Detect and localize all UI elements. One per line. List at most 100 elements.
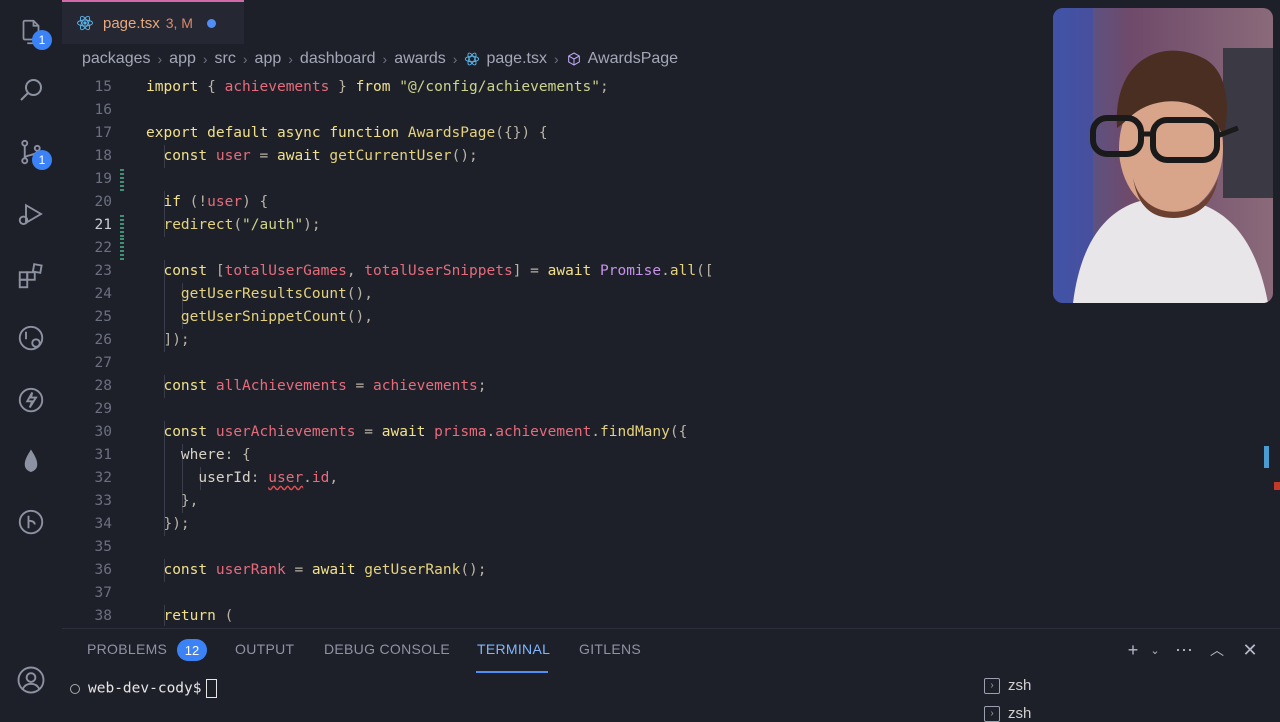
code-text: export default async function AwardsPage… [146, 125, 548, 141]
code-line[interactable]: 30 const userAchievements = await prisma… [62, 421, 1052, 444]
new-terminal-icon[interactable]: + [1122, 639, 1144, 661]
chevron-right-icon: › [553, 51, 559, 67]
run-debug-icon[interactable] [13, 196, 49, 232]
breadcrumb: packages › app › src › app › dashboard › awar… [82, 48, 678, 70]
terminal-name: zsh [1008, 677, 1032, 694]
tab-output[interactable]: OUTPUT [235, 641, 294, 657]
tab-page-tsx[interactable]: page.tsx 3, M [62, 0, 244, 44]
line-number: 32 [94, 470, 112, 486]
activity-bar: 1 1 [0, 0, 62, 720]
code-text: const user = await getCurrentUser(); [163, 148, 478, 164]
symbol-method-icon [567, 52, 580, 66]
line-number: 35 [94, 539, 112, 555]
code-editor[interactable]: 15 import { achievements } from "@/config… [62, 76, 1052, 626]
line-number: 38 [94, 608, 112, 624]
extensions-icon[interactable] [13, 258, 49, 294]
code-text: const userRank = await getUserRank(); [163, 562, 487, 578]
breadcrumb-item[interactable]: app [169, 50, 196, 68]
tab-gitlens[interactable]: GITLENS [579, 641, 641, 657]
line-number: 24 [94, 286, 112, 302]
breadcrumb-item[interactable]: awards [394, 50, 446, 68]
more-actions-icon[interactable]: ⋯ [1173, 639, 1195, 661]
code-line[interactable]: 27 [62, 352, 1052, 375]
account-icon[interactable] [13, 662, 49, 698]
bottom-panel: PROBLEMS 12 OUTPUT DEBUG CONSOLE TERMINA… [62, 628, 1280, 722]
chevron-right-icon: › [288, 51, 293, 67]
tab-terminal[interactable]: TERMINAL [477, 641, 550, 657]
code-line[interactable]: 35 [62, 536, 1052, 559]
line-number: 20 [94, 194, 112, 210]
line-number: 21 [94, 217, 112, 233]
code-line[interactable]: 29 [62, 398, 1052, 421]
terminal-instance-zsh[interactable]: › zsh [984, 705, 1031, 722]
terminal-prompt-line[interactable]: web-dev-cody$ [70, 679, 217, 698]
scrollbar-marker[interactable] [1264, 446, 1269, 468]
status-circle-icon [70, 683, 80, 694]
breadcrumb-item[interactable]: src [215, 50, 236, 68]
source-control-icon[interactable]: 1 [13, 134, 52, 170]
breadcrumb-item[interactable]: AwardsPage [588, 50, 678, 68]
thunder-client-icon[interactable] [13, 382, 49, 418]
breadcrumb-item[interactable]: packages [82, 50, 151, 68]
code-line[interactable]: 33 }, [62, 490, 1052, 513]
code-text: }, [180, 493, 199, 509]
line-number: 29 [94, 401, 112, 417]
code-line[interactable]: 18 const user = await getCurrentUser(); [62, 145, 1052, 168]
mongodb-icon[interactable] [13, 444, 49, 480]
code-line[interactable]: 26 ]); [62, 329, 1052, 352]
line-number: 30 [94, 424, 112, 440]
terminal-instance-zsh[interactable]: › zsh [984, 677, 1031, 694]
line-number: 17 [94, 125, 112, 141]
remote-explorer-icon[interactable] [13, 320, 49, 356]
gitlens-icon[interactable] [13, 504, 49, 540]
line-number: 25 [94, 309, 112, 325]
line-number: 26 [94, 332, 112, 348]
chevron-down-icon[interactable]: ⌄ [1144, 639, 1166, 661]
terminal-cursor [205, 679, 217, 698]
code-text: getUserSnippetCount(), [180, 309, 373, 325]
code-line[interactable]: 20 if (!user) { [62, 191, 1052, 214]
code-line[interactable]: 21 redirect("/auth"); [62, 214, 1052, 237]
code-line[interactable]: 22 [62, 237, 1052, 260]
code-text: if (!user) { [163, 194, 269, 210]
code-line[interactable]: 32 userId: user.id, [62, 467, 1052, 490]
code-line[interactable]: 37 [62, 582, 1052, 605]
webcam-overlay [1053, 8, 1273, 303]
code-text: redirect("/auth"); [163, 217, 321, 233]
code-text: import { achievements } from "@/config/a… [146, 79, 609, 95]
code-line[interactable]: 16 [62, 99, 1052, 122]
line-number: 28 [94, 378, 112, 394]
tab-problems[interactable]: PROBLEMS [87, 641, 167, 657]
close-panel-icon[interactable]: ✕ [1239, 639, 1261, 661]
code-line[interactable]: 38 return ( [62, 605, 1052, 626]
unsaved-dot-icon[interactable] [206, 18, 216, 28]
error-marker [1274, 482, 1280, 490]
terminal-icon: › [984, 677, 1000, 694]
code-line[interactable]: 19 [62, 168, 1052, 191]
code-line[interactable]: 34 }); [62, 513, 1052, 536]
line-number: 27 [94, 355, 112, 371]
code-line[interactable]: 28 const allAchievements = achievements; [62, 375, 1052, 398]
breadcrumb-item[interactable]: dashboard [300, 50, 376, 68]
code-line[interactable]: 25 getUserSnippetCount(), [62, 306, 1052, 329]
search-icon[interactable] [13, 72, 49, 108]
code-line[interactable]: 15 import { achievements } from "@/config… [62, 76, 1052, 99]
code-line[interactable]: 24 getUserResultsCount(), [62, 283, 1052, 306]
code-text: where: { [180, 447, 251, 463]
breadcrumb-item[interactable]: page.tsx [486, 50, 546, 68]
breadcrumb-item[interactable]: app [255, 50, 282, 68]
code-text: getUserResultsCount(), [180, 286, 373, 302]
code-line[interactable]: 23 const [totalUserGames, totalUserSnipp… [62, 260, 1052, 283]
git-modified-marker [120, 237, 124, 260]
react-icon [77, 15, 93, 31]
code-line[interactable]: 17 export default async function AwardsPa… [62, 122, 1052, 145]
code-line[interactable]: 36 const userRank = await getUserRank(); [62, 559, 1052, 582]
chevron-right-icon: › [202, 51, 208, 67]
terminal-prompt: web-dev-cody$ [88, 680, 202, 697]
code-text: const userAchievements = await prisma.ac… [163, 424, 688, 440]
line-number: 23 [94, 263, 112, 279]
code-line[interactable]: 31 where: { [62, 444, 1052, 467]
maximize-panel-icon[interactable]: ︿ [1206, 639, 1228, 661]
tab-debug-console[interactable]: DEBUG CONSOLE [324, 641, 450, 657]
files-icon[interactable]: 1 [13, 14, 52, 50]
